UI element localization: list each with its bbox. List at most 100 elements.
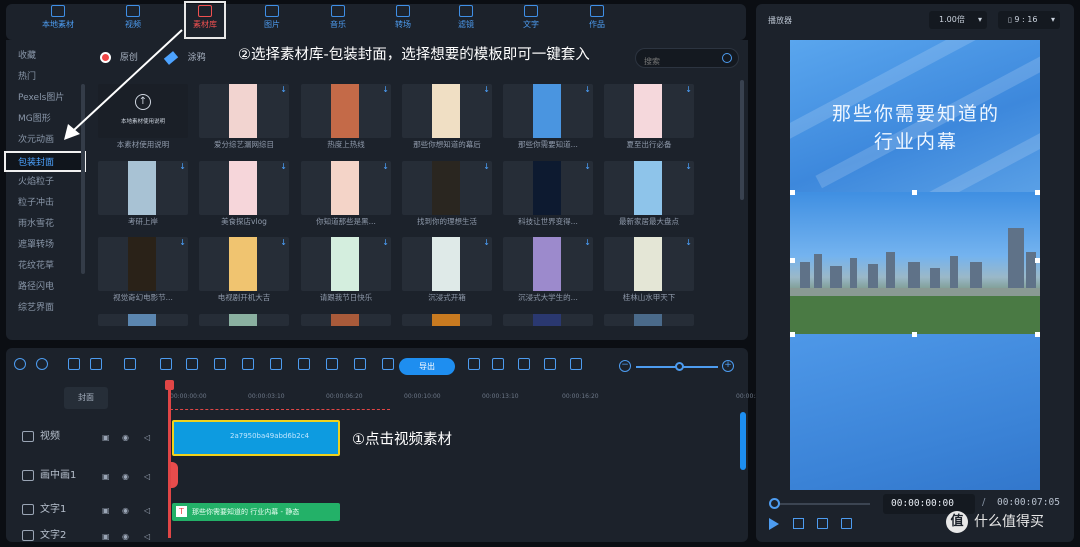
download-icon[interactable]: ↓ bbox=[280, 238, 287, 247]
original-label[interactable]: 原创 bbox=[120, 53, 138, 63]
speed-icon[interactable] bbox=[186, 358, 198, 370]
resize-handle[interactable] bbox=[1035, 332, 1040, 337]
tab-film[interactable]: 视频 bbox=[108, 3, 158, 37]
record-icon[interactable] bbox=[468, 358, 480, 370]
template-card[interactable] bbox=[503, 314, 593, 326]
city-photo[interactable] bbox=[790, 192, 1040, 334]
tab-text[interactable]: 文字 bbox=[506, 3, 556, 37]
track-header[interactable]: 视频 ▣ ◉ ◁ bbox=[14, 427, 164, 451]
track-header[interactable]: 文字2 ▣ ◉ ◁ bbox=[14, 526, 164, 547]
tab-works-folder[interactable]: 作品 bbox=[572, 3, 622, 37]
zoom-out-icon[interactable]: − bbox=[619, 360, 631, 372]
lock-icon[interactable]: ▣ bbox=[102, 433, 110, 442]
grid-scrollbar[interactable] bbox=[740, 80, 744, 200]
redo-icon[interactable] bbox=[36, 358, 48, 370]
reverse-icon[interactable] bbox=[354, 358, 366, 370]
cover-button[interactable]: 封面 bbox=[64, 387, 108, 409]
tab-filter[interactable]: 滤镜 bbox=[441, 3, 491, 37]
download-icon[interactable]: ↓ bbox=[483, 85, 490, 94]
category-item[interactable]: 雨水雪花 bbox=[6, 214, 86, 235]
pip-clip[interactable] bbox=[170, 462, 178, 488]
playback-progress-bar[interactable] bbox=[774, 503, 870, 505]
fit-icon[interactable] bbox=[570, 358, 582, 370]
download-icon[interactable]: ↓ bbox=[685, 85, 692, 94]
tab-folder[interactable]: 本地素材 bbox=[33, 3, 83, 37]
undo-icon[interactable] bbox=[14, 358, 26, 370]
ratio-select[interactable]: ▯ 9 : 16 ▾ bbox=[998, 11, 1060, 29]
track-header[interactable]: 文字1 ▣ ◉ ◁ bbox=[14, 500, 164, 524]
download-icon[interactable]: ↓ bbox=[280, 162, 287, 171]
template-card[interactable]: ↓ 考研上岸 bbox=[98, 161, 188, 229]
prev-frame-icon[interactable] bbox=[817, 518, 828, 529]
text-clip[interactable]: T 那些你需要知道的 行业内幕 - 静态 bbox=[172, 503, 340, 521]
original-radio[interactable] bbox=[100, 52, 111, 63]
category-item[interactable]: 次元动画 bbox=[6, 130, 86, 151]
category-item[interactable]: 花纹花草 bbox=[6, 256, 86, 277]
template-card[interactable] bbox=[98, 314, 188, 326]
template-card[interactable]: ↓ 沉浸式开箱 bbox=[402, 237, 492, 305]
lock-icon[interactable]: ▣ bbox=[102, 532, 110, 541]
delete-icon[interactable] bbox=[68, 358, 80, 370]
draw-label[interactable]: 涂鸦 bbox=[188, 53, 206, 63]
mosaic-icon[interactable] bbox=[270, 358, 282, 370]
category-item[interactable]: 收藏 bbox=[6, 46, 86, 67]
category-scrollbar[interactable] bbox=[81, 84, 85, 274]
export-button[interactable]: 导出 bbox=[399, 358, 455, 375]
rotate-icon[interactable] bbox=[242, 358, 254, 370]
tab-image[interactable]: 图片 bbox=[247, 3, 297, 37]
category-item[interactable]: 路径闪电 bbox=[6, 277, 86, 298]
preview-canvas[interactable]: 那些你需要知道的 行业内幕 bbox=[790, 40, 1040, 490]
split-icon[interactable] bbox=[518, 358, 530, 370]
upload-icon[interactable]: ↑ bbox=[135, 94, 151, 110]
speaker-icon[interactable]: ◁ bbox=[144, 472, 150, 481]
template-card[interactable]: ↓ 那些你想知道的幕后 bbox=[402, 84, 492, 152]
eye-icon[interactable]: ◉ bbox=[122, 532, 129, 541]
eye-icon[interactable]: ◉ bbox=[122, 472, 129, 481]
template-card[interactable]: ↓ 找到你的理想生活 bbox=[402, 161, 492, 229]
resize-handle[interactable] bbox=[912, 332, 917, 337]
next-frame-icon[interactable] bbox=[841, 518, 852, 529]
resize-handle[interactable] bbox=[790, 190, 795, 195]
voice-icon[interactable] bbox=[382, 358, 394, 370]
category-item[interactable]: 综艺界面 bbox=[6, 298, 86, 319]
download-icon[interactable]: ↓ bbox=[685, 162, 692, 171]
crop-icon[interactable] bbox=[214, 358, 226, 370]
template-card[interactable]: ↓ 爱分综艺漏网综目 bbox=[199, 84, 289, 152]
search-input[interactable] bbox=[644, 57, 724, 66]
tab-music[interactable]: 音乐 bbox=[313, 3, 363, 37]
template-card[interactable]: ↓ 那些你需要知道... bbox=[503, 84, 593, 152]
template-card[interactable]: ↓ 最新家居最大盘点 bbox=[604, 161, 694, 229]
download-icon[interactable]: ↓ bbox=[584, 85, 591, 94]
template-card[interactable]: ↓ 沉浸式大学生的... bbox=[503, 237, 593, 305]
zoom-slider-knob[interactable] bbox=[675, 362, 684, 371]
template-card[interactable] bbox=[301, 314, 391, 326]
template-card[interactable] bbox=[199, 314, 289, 326]
resize-handle[interactable] bbox=[790, 332, 795, 337]
template-card[interactable]: ↓ 你知道那些是黑... bbox=[301, 161, 391, 229]
template-card[interactable]: ↓ 热度上热线 bbox=[301, 84, 391, 152]
category-item[interactable]: 热门 bbox=[6, 67, 86, 88]
category-item[interactable]: 粒子冲击 bbox=[6, 193, 86, 214]
template-card[interactable]: ↓ 视觉奇幻电影节... bbox=[98, 237, 188, 305]
search-box[interactable] bbox=[635, 48, 739, 68]
timeline-scrollbar[interactable] bbox=[740, 412, 746, 470]
track-header[interactable]: 画中画1 ▣ ◉ ◁ bbox=[14, 466, 164, 490]
template-card[interactable]: ↓ 桂林山水甲天下 bbox=[604, 237, 694, 305]
search-icon[interactable] bbox=[722, 53, 732, 63]
template-card[interactable]: ↓ 夏至出行必备 bbox=[604, 84, 694, 152]
lock-icon[interactable]: ▣ bbox=[102, 472, 110, 481]
template-card[interactable]: ↓ 请跟我节日快乐 bbox=[301, 237, 391, 305]
template-card[interactable] bbox=[402, 314, 492, 326]
template-card[interactable]: ↓ 美食探店vlog bbox=[199, 161, 289, 229]
cut-icon[interactable] bbox=[160, 358, 172, 370]
tab-material-library[interactable]: 素材库 bbox=[184, 1, 226, 39]
zoom-select[interactable]: 1.00倍 ▾ bbox=[929, 11, 987, 29]
download-icon[interactable]: ↓ bbox=[483, 162, 490, 171]
category-item[interactable]: Pexels图片 bbox=[6, 88, 86, 109]
download-icon[interactable]: ↓ bbox=[584, 238, 591, 247]
mirror-icon[interactable] bbox=[326, 358, 338, 370]
speaker-icon[interactable]: ◁ bbox=[144, 433, 150, 442]
playback-progress-knob[interactable] bbox=[769, 498, 780, 509]
zoom-in-icon[interactable]: + bbox=[722, 360, 734, 372]
lock-icon[interactable]: ▣ bbox=[102, 506, 110, 515]
